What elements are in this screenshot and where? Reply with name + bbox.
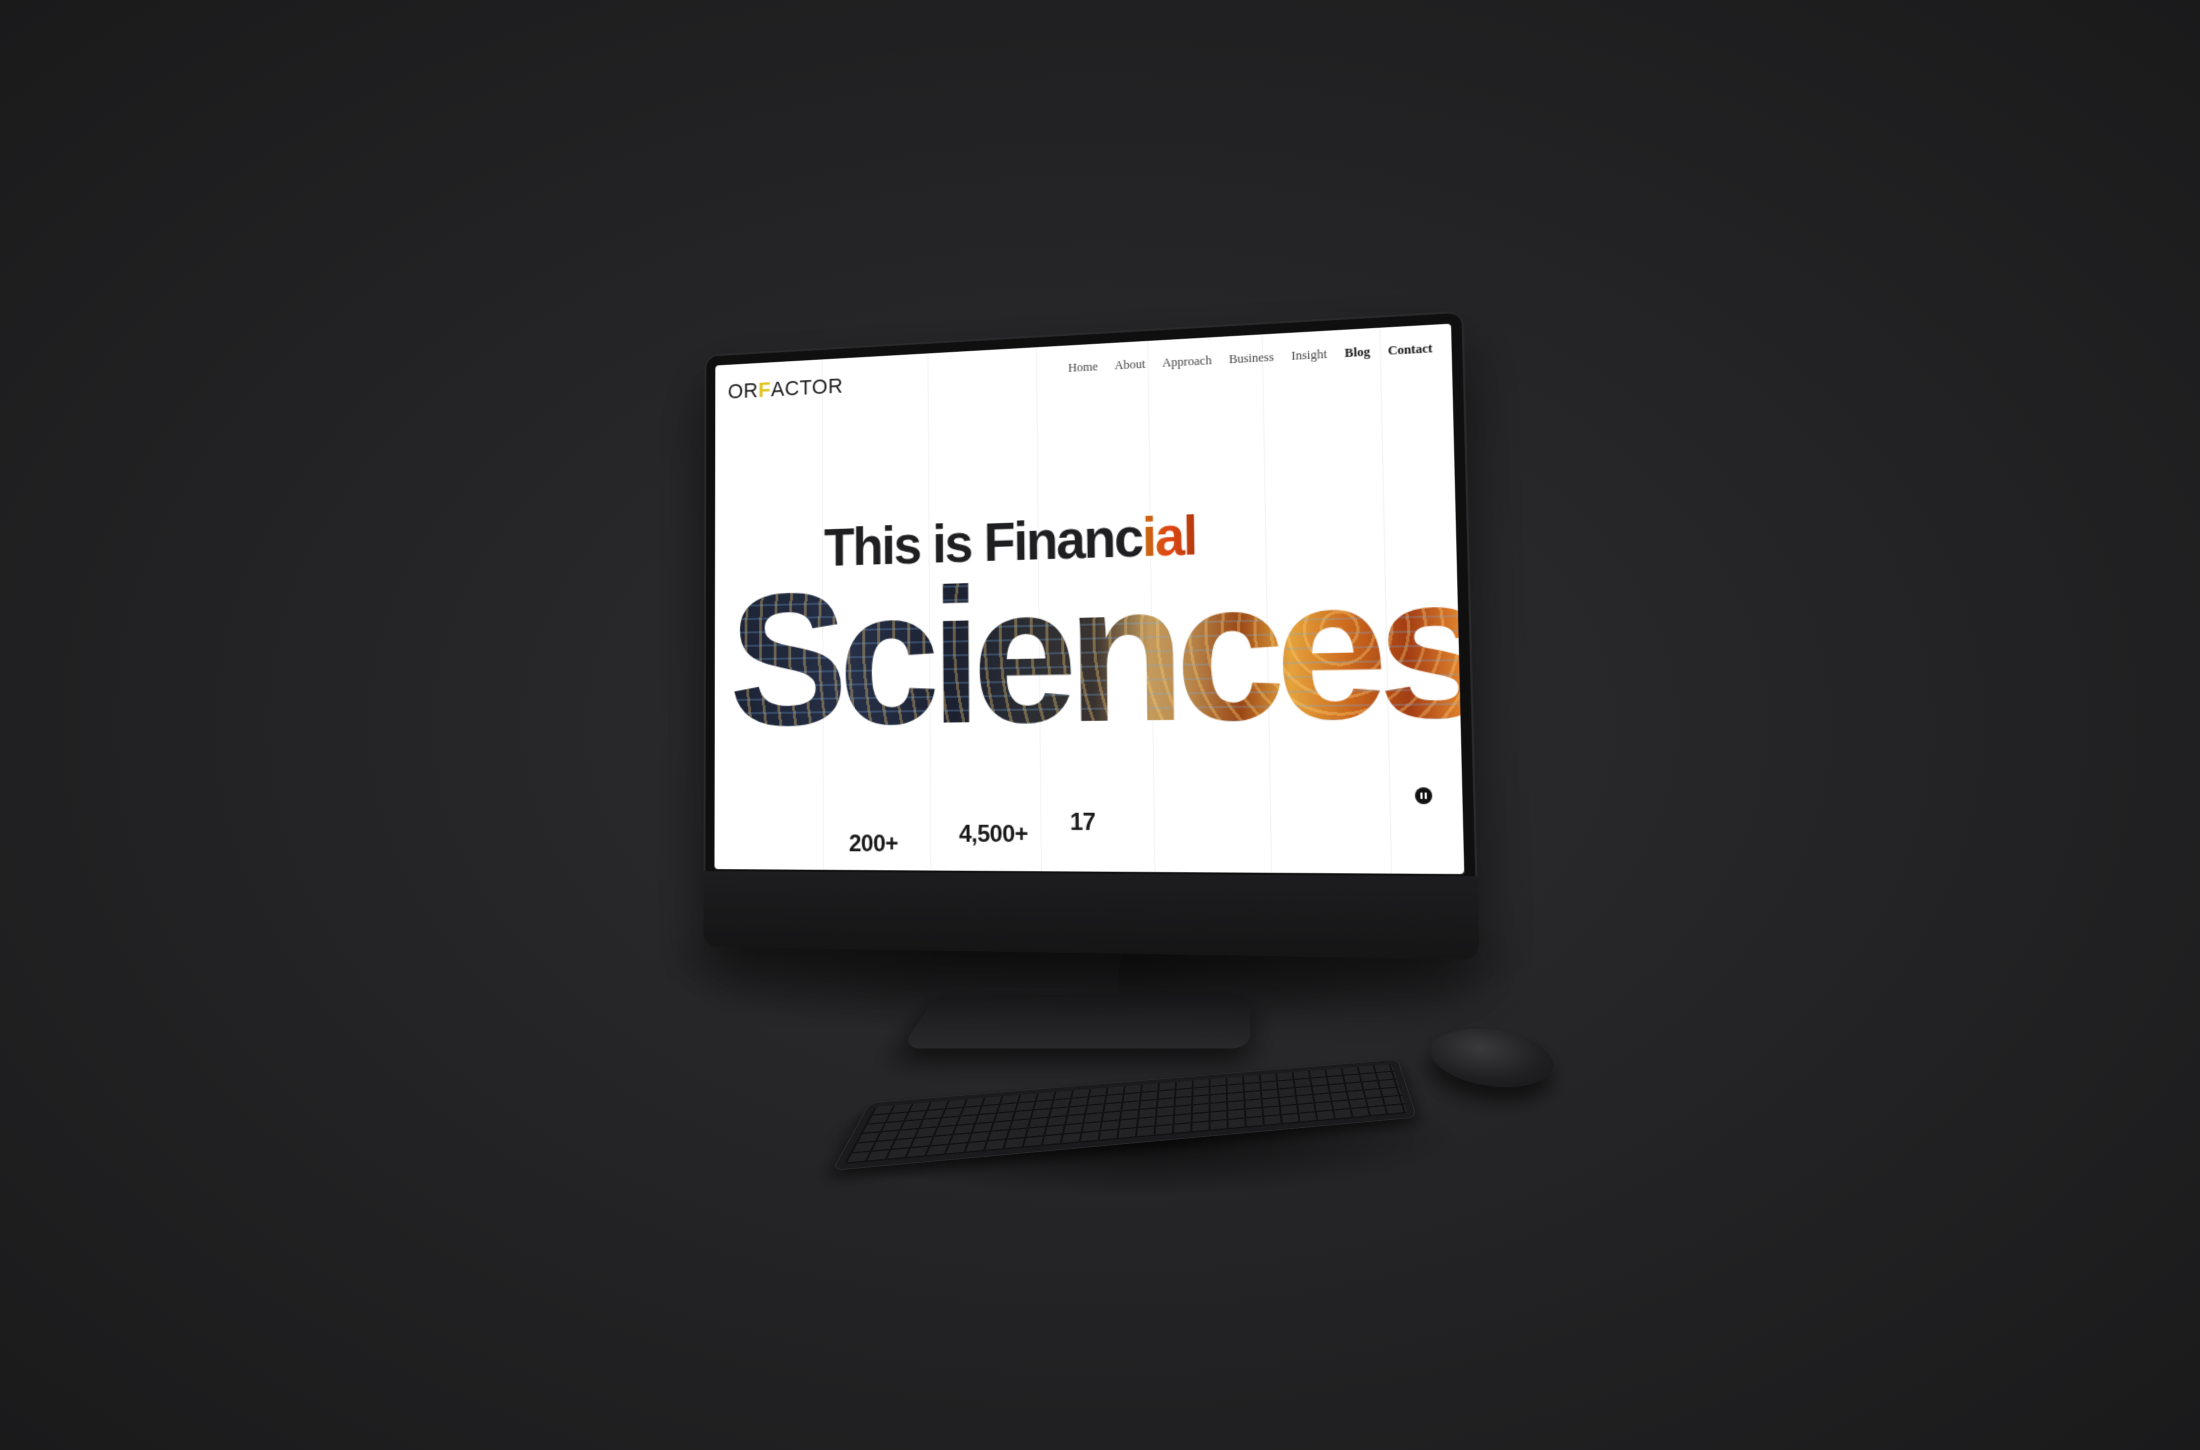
monitor-chin [703, 870, 1480, 960]
stat-value: 4,500+ [958, 820, 1029, 848]
nav-item-business[interactable]: Business [1229, 350, 1274, 367]
nav-item-home[interactable]: Home [1068, 359, 1098, 375]
nav-item-about[interactable]: About [1115, 357, 1146, 373]
logo-mark: F [758, 377, 771, 402]
stat-value: 17 [1069, 808, 1096, 837]
nav-item-approach[interactable]: Approach [1162, 353, 1212, 371]
nav-item-contact[interactable]: Contact [1388, 341, 1433, 359]
site-logo[interactable]: ORFACTOR [728, 373, 843, 404]
monitor-stand-foot [900, 994, 1251, 1049]
stat-value: 200+ [848, 830, 899, 858]
hero-headline: Sciences. [729, 532, 1464, 766]
monitor: ORFACTOR Home About Approach Business In… [703, 310, 1480, 960]
nav-item-insight[interactable]: Insight [1291, 347, 1327, 364]
website-screen: ORFACTOR Home About Approach Business In… [714, 323, 1465, 875]
main-nav: Home About Approach Business Insight Blo… [1068, 341, 1433, 376]
pause-icon [1419, 792, 1428, 799]
pause-button[interactable] [1414, 787, 1433, 805]
nav-item-blog[interactable]: Blog [1345, 345, 1371, 362]
logo-text-suffix: ACTOR [770, 373, 844, 402]
logo-text-prefix: OR [727, 378, 759, 404]
scene: ORFACTOR Home About Approach Business In… [0, 0, 2200, 1450]
